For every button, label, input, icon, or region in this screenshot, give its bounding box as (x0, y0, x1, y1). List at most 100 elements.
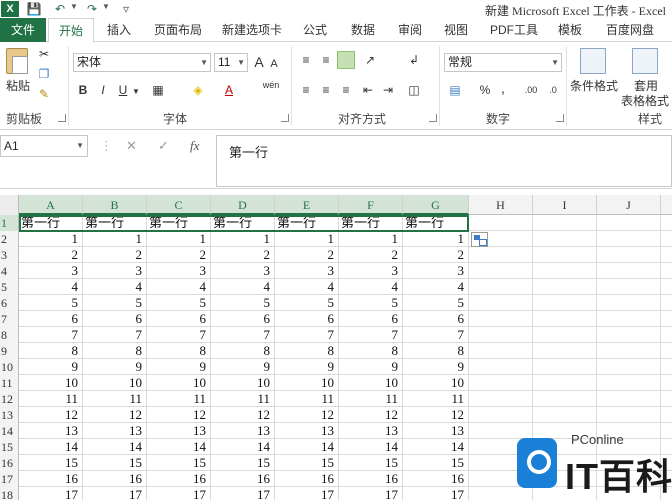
grid-cell[interactable]: 9 (275, 359, 339, 375)
grid-cell[interactable] (469, 359, 533, 375)
font-launcher-icon[interactable] (281, 114, 289, 122)
align-left-icon[interactable]: ≡ (298, 82, 314, 98)
tab-insert[interactable]: 插入 (96, 18, 142, 42)
grid-cell[interactable] (661, 231, 672, 247)
grid-cell[interactable]: 4 (275, 279, 339, 295)
enter-icon[interactable]: ✓ (158, 138, 169, 154)
copy-icon[interactable]: ❐ (36, 66, 52, 82)
grid-cell[interactable] (661, 407, 672, 423)
row-header[interactable]: 11 (0, 375, 19, 391)
grid-cell[interactable]: 12 (83, 407, 147, 423)
grid-cell[interactable]: 9 (339, 359, 403, 375)
wrap-text-icon[interactable]: ↲ (406, 52, 422, 68)
column-header-h[interactable]: H (469, 195, 533, 215)
grid-cell[interactable] (597, 279, 661, 295)
grid-cell[interactable]: 7 (147, 327, 211, 343)
grid-cell[interactable]: 12 (19, 407, 83, 423)
row-header[interactable]: 3 (0, 247, 19, 263)
grid-cell[interactable] (469, 327, 533, 343)
grid-cell[interactable]: 12 (339, 407, 403, 423)
row-header[interactable]: 14 (0, 423, 19, 439)
grid-cell[interactable]: 16 (211, 471, 275, 487)
column-header-c[interactable]: C (147, 195, 211, 215)
comma-button[interactable]: , (498, 80, 508, 96)
column-header-d[interactable]: D (211, 195, 275, 215)
grid-cell[interactable] (597, 231, 661, 247)
conditional-format-icon[interactable] (580, 48, 606, 74)
clipboard-launcher-icon[interactable] (58, 114, 66, 122)
grid-cell[interactable]: 6 (19, 311, 83, 327)
shrink-font-button[interactable]: A (268, 56, 280, 72)
paste-icon[interactable] (6, 48, 28, 74)
redo-dropdown-icon[interactable]: ▼ (102, 2, 110, 11)
grid-cell[interactable]: 14 (147, 439, 211, 455)
grid-cell[interactable] (469, 375, 533, 391)
tab-formulas[interactable]: 公式 (294, 18, 336, 42)
grid-cell[interactable]: 8 (403, 343, 469, 359)
column-header-g[interactable]: G (403, 195, 469, 215)
grid-cell[interactable]: 17 (147, 487, 211, 500)
grid-cell[interactable] (469, 263, 533, 279)
grid-cell[interactable]: 1 (403, 231, 469, 247)
row-header[interactable]: 4 (0, 263, 19, 279)
grid-cell[interactable] (469, 215, 533, 231)
grid-cell[interactable]: 13 (339, 423, 403, 439)
grid-cell[interactable]: 2 (339, 247, 403, 263)
tab-file[interactable]: 文件 (0, 18, 46, 42)
font-name-select[interactable]: 宋体 ▼ (73, 53, 211, 72)
grid-cell[interactable]: 7 (19, 327, 83, 343)
row-header[interactable]: 2 (0, 231, 19, 247)
grid-cell[interactable]: 5 (211, 295, 275, 311)
grid-cell[interactable] (533, 375, 597, 391)
grid-cell[interactable]: 13 (147, 423, 211, 439)
grid-cell[interactable]: 10 (83, 375, 147, 391)
tab-data[interactable]: 数据 (342, 18, 384, 42)
grid-cell[interactable] (661, 311, 672, 327)
grid-cell[interactable] (661, 343, 672, 359)
grid-cell[interactable]: 11 (339, 391, 403, 407)
align-middle-icon[interactable]: ≡ (318, 52, 334, 68)
row-header[interactable]: 17 (0, 471, 19, 487)
grid-cell[interactable]: 17 (83, 487, 147, 500)
grid-cell[interactable] (661, 215, 672, 231)
grid-cell[interactable]: 3 (339, 263, 403, 279)
grid-cell[interactable]: 7 (403, 327, 469, 343)
grid-cell[interactable]: 2 (83, 247, 147, 263)
grid-cell[interactable] (661, 359, 672, 375)
grid-cell[interactable]: 2 (275, 247, 339, 263)
alignment-launcher-icon[interactable] (429, 114, 437, 122)
grid-cell[interactable]: 3 (275, 263, 339, 279)
grid-cell[interactable]: 8 (211, 343, 275, 359)
row-header[interactable]: 12 (0, 391, 19, 407)
grid-cell[interactable]: 12 (275, 407, 339, 423)
increase-indent-icon[interactable]: ⇥ (380, 82, 396, 98)
grid-cell[interactable]: 7 (275, 327, 339, 343)
grid-cell[interactable] (661, 375, 672, 391)
grid-cell[interactable]: 5 (403, 295, 469, 311)
column-header-i[interactable]: I (533, 195, 597, 215)
grid-cell[interactable] (469, 407, 533, 423)
table-format-button-line2[interactable]: 表格格式 (618, 93, 672, 109)
orientation-icon[interactable]: ↗ (360, 52, 380, 68)
grid-cell[interactable]: 3 (19, 263, 83, 279)
phonetic-button[interactable]: wén (260, 80, 282, 90)
grid-cell[interactable]: 3 (83, 263, 147, 279)
grid-cell[interactable]: 5 (147, 295, 211, 311)
grid-cell[interactable]: 12 (211, 407, 275, 423)
grid-cell[interactable]: 1 (19, 231, 83, 247)
grid-cell[interactable] (597, 343, 661, 359)
grid-cell[interactable] (597, 263, 661, 279)
grid-cell[interactable] (469, 343, 533, 359)
insert-function-button[interactable]: fx (190, 138, 199, 154)
grid-cell[interactable] (597, 375, 661, 391)
grid-cell[interactable]: 16 (403, 471, 469, 487)
grid-cell[interactable]: 16 (275, 471, 339, 487)
grid-cell[interactable]: 10 (339, 375, 403, 391)
grid-cell[interactable]: 15 (83, 455, 147, 471)
grow-font-button[interactable]: A (252, 54, 266, 70)
fill-color-icon[interactable]: ◈ (190, 82, 206, 98)
quick-analysis-icon[interactable] (471, 232, 488, 247)
grid-cell[interactable]: 14 (211, 439, 275, 455)
grid-cell[interactable] (533, 391, 597, 407)
grid-cell[interactable] (597, 359, 661, 375)
